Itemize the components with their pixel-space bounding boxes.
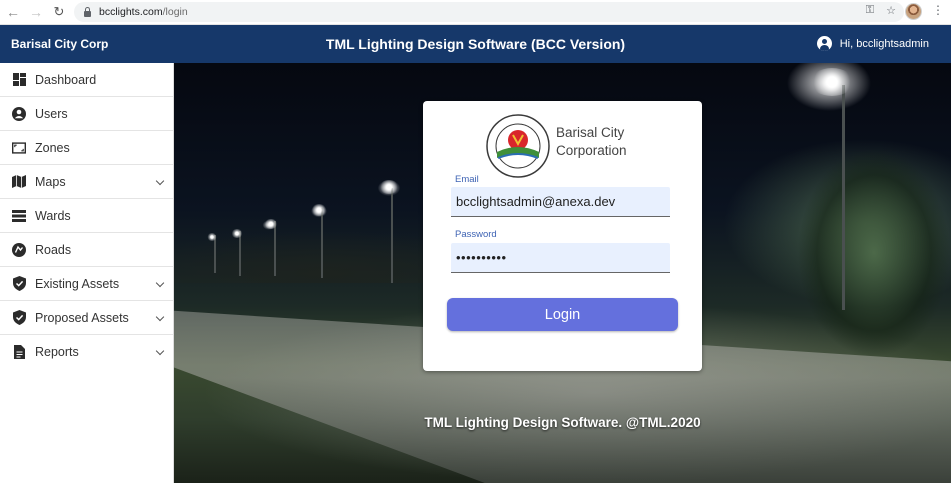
lock-icon[interactable] bbox=[84, 6, 91, 17]
kebab-menu-icon[interactable]: ⋮ bbox=[932, 4, 944, 16]
password-field[interactable]: •••••••••• bbox=[451, 243, 670, 273]
browser-toolbar: ← → ↻ bcclights.com/login ⚿ ☆ ⋮ bbox=[0, 0, 951, 25]
street-lamp-light bbox=[379, 180, 399, 194]
login-card: Barisal City Corporation Email bcclights… bbox=[423, 101, 702, 371]
shield-check-icon bbox=[12, 276, 26, 291]
map-icon bbox=[12, 175, 26, 189]
star-icon[interactable]: ☆ bbox=[886, 4, 896, 17]
sidebar-item-label: Roads bbox=[35, 242, 72, 257]
street-lamp-pole bbox=[239, 231, 241, 276]
sidebar-item-roads[interactable]: Roads bbox=[0, 233, 173, 267]
zone-icon bbox=[12, 141, 26, 155]
street-lamp-pole bbox=[391, 188, 393, 283]
street-lamp-light bbox=[264, 219, 278, 229]
organization-name: Barisal City Corporation bbox=[556, 124, 627, 160]
chevron-down-icon[interactable] bbox=[155, 346, 165, 356]
organization-name-line1: Barisal City bbox=[556, 125, 625, 140]
sidebar-item-proposed-assets[interactable]: Proposed Assets bbox=[0, 301, 173, 335]
email-label: Email bbox=[455, 174, 479, 185]
app-header: Barisal City Corp TML Lighting Design So… bbox=[0, 25, 951, 63]
street-lamp-pole bbox=[274, 221, 276, 276]
street-lamp-pole bbox=[842, 85, 845, 310]
sidebar-item-reports[interactable]: Reports bbox=[0, 335, 173, 369]
sidebar-item-users[interactable]: Users bbox=[0, 97, 173, 131]
sidebar-item-existing-assets[interactable]: Existing Assets bbox=[0, 267, 173, 301]
footer-copyright: TML Lighting Design Software. @TML.2020 bbox=[424, 415, 701, 430]
back-icon[interactable]: ← bbox=[3, 2, 23, 22]
user-greeting: Hi, bcclightsadmin bbox=[839, 37, 929, 50]
sidebar: Dashboard Users Zones Maps Wards Roads E… bbox=[0, 63, 174, 483]
login-button[interactable]: Login bbox=[447, 298, 678, 331]
street-lamp-light bbox=[231, 229, 243, 238]
sidebar-item-label: Wards bbox=[35, 208, 71, 223]
bcc-logo bbox=[486, 114, 550, 178]
street-lamp-light bbox=[207, 233, 217, 241]
app-title: TML Lighting Design Software (BCC Versio… bbox=[325, 36, 626, 52]
sidebar-item-label: Users bbox=[35, 106, 68, 121]
report-icon bbox=[12, 345, 26, 359]
sidebar-item-label: Existing Assets bbox=[35, 276, 120, 291]
sidebar-item-maps[interactable]: Maps bbox=[0, 165, 173, 199]
street-lamp-pole bbox=[321, 208, 323, 278]
sidebar-item-label: Dashboard bbox=[35, 72, 97, 87]
key-icon[interactable]: ⚿ bbox=[866, 4, 874, 17]
profile-avatar[interactable] bbox=[905, 3, 922, 20]
reload-icon[interactable]: ↻ bbox=[49, 2, 69, 22]
chevron-down-icon[interactable] bbox=[155, 278, 165, 288]
email-field[interactable]: bcclightsadmin@anexa.dev bbox=[451, 187, 670, 217]
account-circle-icon bbox=[816, 36, 832, 51]
password-label: Password bbox=[455, 229, 497, 240]
street-lamp-pole bbox=[214, 235, 216, 273]
wards-icon bbox=[12, 209, 26, 223]
sidebar-item-zones[interactable]: Zones bbox=[0, 131, 173, 165]
chevron-down-icon[interactable] bbox=[155, 176, 165, 186]
chevron-down-icon[interactable] bbox=[155, 312, 165, 322]
background-trees-right bbox=[764, 123, 951, 383]
dashboard-icon bbox=[12, 73, 26, 87]
sidebar-item-label: Proposed Assets bbox=[35, 310, 129, 325]
sidebar-item-label: Maps bbox=[35, 174, 66, 189]
sidebar-item-dashboard[interactable]: Dashboard bbox=[0, 63, 173, 97]
forward-icon[interactable]: → bbox=[26, 2, 46, 22]
url-text: bcclights.com/login bbox=[99, 6, 188, 18]
shield-check-icon bbox=[12, 310, 26, 325]
street-lamp-light bbox=[311, 204, 327, 216]
sidebar-item-label: Reports bbox=[35, 345, 79, 359]
roads-icon bbox=[12, 242, 26, 257]
organization-name-line2: Corporation bbox=[556, 143, 627, 158]
sidebar-item-label: Zones bbox=[35, 140, 70, 155]
street-lamp-light bbox=[810, 68, 854, 96]
sidebar-item-wards[interactable]: Wards bbox=[0, 199, 173, 233]
user-circle-icon bbox=[12, 106, 26, 121]
user-menu[interactable]: Hi, bcclightsadmin bbox=[816, 36, 929, 51]
address-bar[interactable]: bcclights.com/login ⚿ ☆ bbox=[74, 2, 904, 22]
